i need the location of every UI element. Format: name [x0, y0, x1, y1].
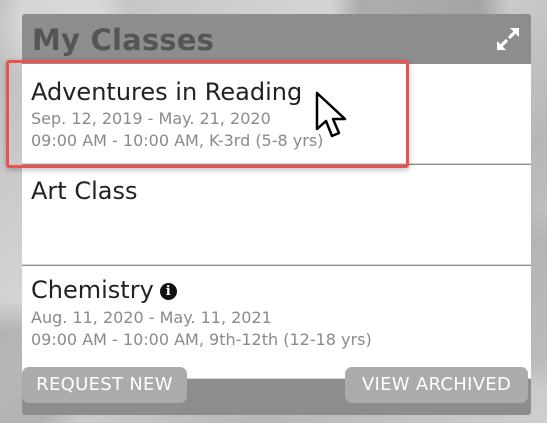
class-item-adventures-in-reading[interactable]: Adventures in Reading Sep. 12, 2019 - Ma… [22, 64, 531, 164]
class-schedule: 09:00 AM - 10:00 AM, 9th-12th (12-18 yrs… [31, 330, 372, 349]
request-new-button[interactable]: REQUEST NEW [22, 367, 187, 403]
widget-header: My Classes [22, 14, 531, 64]
class-item-art-class[interactable]: Art Class [22, 165, 531, 265]
class-dates: Sep. 12, 2019 - May. 21, 2020 [31, 109, 271, 128]
class-name: Adventures in Reading [31, 78, 303, 106]
my-classes-widget: My Classes Adventures in Reading Sep. 12… [22, 14, 531, 415]
class-name-row: Chemistry i [31, 276, 177, 304]
mouse-pointer-icon [313, 91, 349, 141]
class-name: Chemistry [31, 276, 154, 304]
widget-title: My Classes [32, 23, 215, 57]
expand-icon[interactable] [495, 26, 521, 52]
info-circle-icon[interactable]: i [159, 283, 177, 300]
class-dates: Aug. 11, 2020 - May. 11, 2021 [31, 308, 272, 327]
class-item-chemistry[interactable]: Chemistry i Aug. 11, 2020 - May. 11, 2021… [22, 266, 531, 379]
view-archived-button[interactable]: VIEW ARCHIVED [345, 367, 528, 403]
class-name: Art Class [31, 177, 138, 205]
class-schedule: 09:00 AM - 10:00 AM, K-3rd (5-8 yrs) [31, 131, 324, 150]
